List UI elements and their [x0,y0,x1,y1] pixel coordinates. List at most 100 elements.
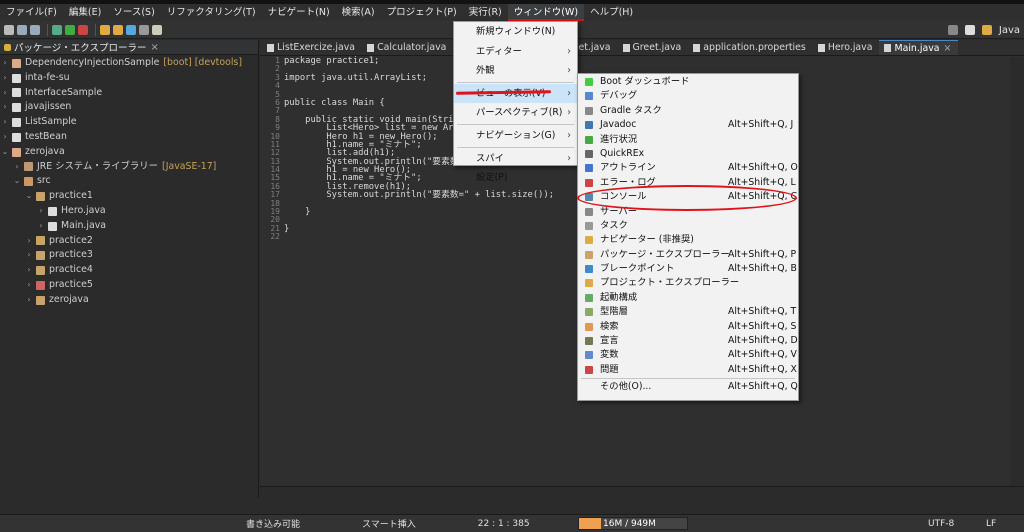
chevron-right-icon[interactable]: › [24,234,34,249]
code-line[interactable]: package practice1; [284,56,1024,65]
view-menu-item[interactable]: 検索 Alt+Shift+Q, S [578,320,798,334]
perspective-java-label[interactable]: Java [999,25,1020,36]
debug-icon[interactable] [52,24,62,35]
tree-item[interactable]: › DependencyInjectionSample [boot] [devtoo… [0,56,258,71]
tree-item[interactable]: › testBean [0,130,258,145]
view-menu-item[interactable]: タスク [578,219,798,233]
tab-main[interactable]: Main.java × [879,40,959,56]
chevron-right-icon[interactable]: › [0,100,10,115]
chevron-right-icon[interactable]: › [0,56,10,71]
tree-item[interactable]: › InterfaceSample [0,86,258,101]
menu-edit[interactable]: 編集(E) [63,4,107,21]
menu-item-perspective[interactable]: パースペクティブ(R) › [454,103,577,123]
menu-help[interactable]: ヘルプ(H) [584,4,639,21]
tree-item[interactable]: › javajissen [0,100,258,115]
tree-item[interactable]: › practice5 [0,278,258,293]
chevron-right-icon[interactable]: › [0,71,10,86]
new-java-project-icon[interactable] [100,24,110,35]
menu-search[interactable]: 検索(A) [336,4,381,21]
chevron-right-icon[interactable]: › [0,115,10,130]
menu-item-spy[interactable]: スパイ › [454,149,577,169]
new-icon[interactable] [4,24,14,35]
view-menu-item[interactable]: 起動構成 [578,291,798,305]
view-menu-item[interactable]: 型階層 Alt+Shift+Q, T [578,305,798,319]
chevron-right-icon[interactable]: › [0,130,10,145]
tab-application-properties[interactable]: application.properties [688,40,813,55]
view-menu-item[interactable]: 問題 Alt+Shift+Q, X [578,363,798,377]
chevron-right-icon[interactable]: › [12,160,22,175]
view-menu-item[interactable]: ブレークポイント Alt+Shift+Q, B [578,262,798,276]
chevron-right-icon[interactable]: › [36,219,46,234]
tab-calculator[interactable]: Calculator.java [362,40,453,55]
view-menu-item[interactable]: デバッグ [578,89,798,103]
quick-access-icon[interactable] [947,25,958,35]
new-package-icon[interactable] [113,24,123,35]
menu-item-preferences[interactable]: 設定(P) [454,168,577,188]
view-menu-item[interactable]: QuickREx [578,147,798,161]
chevron-down-icon[interactable]: ⌄ [24,189,34,204]
tree-item[interactable]: › ListSample [0,115,258,130]
tree-item[interactable]: › practice2 [0,234,258,249]
chevron-down-icon[interactable]: ⌄ [0,145,10,160]
view-menu-item[interactable]: パッケージ・エクスプローラー Alt+Shift+Q, P [578,248,798,262]
menu-window[interactable]: ウィンドウ(W) [507,4,585,21]
run-icon[interactable] [65,24,75,35]
save-icon[interactable] [17,24,27,35]
tab-listexercize[interactable]: ListExercize.java [262,40,362,55]
view-menu-item[interactable]: 進行状況 [578,133,798,147]
tree-item[interactable]: › zerojava [0,293,258,308]
chevron-down-icon[interactable]: ⌄ [12,174,22,189]
chevron-right-icon[interactable]: › [24,278,34,293]
stop-icon[interactable] [78,24,88,35]
menu-item-new-window[interactable]: 新規ウィンドウ(N) [454,22,577,42]
chevron-right-icon[interactable]: › [0,86,10,101]
heap-status[interactable]: 16M / 949M [578,517,688,530]
tree-item[interactable]: › Hero.java [0,204,258,219]
open-perspective-icon[interactable] [964,25,975,35]
tree-item[interactable]: › JRE システム・ライブラリー [JavaSE-17] [0,160,258,175]
menu-project[interactable]: プロジェクト(P) [381,4,463,21]
close-icon[interactable]: × [151,42,159,53]
package-explorer-title[interactable]: パッケージ・エクスプローラー [14,40,147,54]
menu-item-editor[interactable]: エディター › [454,42,577,62]
view-menu-item[interactable]: ナビゲーター (非推奨) [578,233,798,247]
tree-item[interactable]: › inta-fe-su [0,71,258,86]
view-menu-item[interactable]: コンソール Alt+Shift+Q, C [578,190,798,204]
search-icon[interactable] [152,24,162,35]
menu-source[interactable]: ソース(S) [107,4,160,21]
tree-item[interactable]: ⌄ zerojava [0,145,258,160]
view-menu-item[interactable]: Javadoc Alt+Shift+Q, J [578,118,798,132]
tree-item[interactable]: › practice4 [0,263,258,278]
view-menu-item[interactable]: エラー・ログ Alt+Shift+Q, L [578,176,798,190]
menu-file[interactable]: ファイル(F) [0,4,63,21]
view-menu-item[interactable]: サーバー [578,205,798,219]
menu-refactor[interactable]: リファクタリング(T) [161,4,262,21]
vertical-scrollbar[interactable] [1010,57,1024,498]
tree-item[interactable]: ⌄ practice1 [0,189,258,204]
tab-partial[interactable]: et.java [573,40,617,55]
save-all-icon[interactable] [30,24,40,35]
view-menu-item[interactable]: 変数 Alt+Shift+Q, V [578,348,798,362]
view-menu-item[interactable]: その他(O)... Alt+Shift+Q, Q [578,380,798,394]
chevron-right-icon[interactable]: › [24,263,34,278]
chevron-right-icon[interactable]: › [24,293,34,308]
open-type-icon[interactable] [139,24,149,35]
menu-item-navigation[interactable]: ナビゲーション(G) › [454,126,577,146]
horizontal-scrollbar[interactable] [260,486,1024,498]
tree-item[interactable]: › practice3 [0,248,258,263]
tree-item[interactable]: › Main.java [0,219,258,234]
java-perspective-icon[interactable] [981,25,992,35]
view-menu-item[interactable]: プロジェクト・エクスプローラー [578,276,798,290]
tree-item[interactable]: ⌄ src [0,174,258,189]
view-menu-item[interactable]: Gradle タスク [578,104,798,118]
view-menu-item[interactable]: 宣言 Alt+Shift+Q, D [578,334,798,348]
tab-hero[interactable]: Hero.java [813,40,880,55]
tab-greet[interactable]: Greet.java [618,40,689,55]
menu-run[interactable]: 実行(R) [463,4,508,21]
close-icon[interactable]: × [944,41,952,56]
menu-item-appearance[interactable]: 外観 › [454,61,577,81]
view-menu-item[interactable]: Boot ダッシュボード [578,75,798,89]
view-menu-item[interactable]: アウトライン Alt+Shift+Q, O [578,161,798,175]
chevron-right-icon[interactable]: › [24,248,34,263]
chevron-right-icon[interactable]: › [36,204,46,219]
